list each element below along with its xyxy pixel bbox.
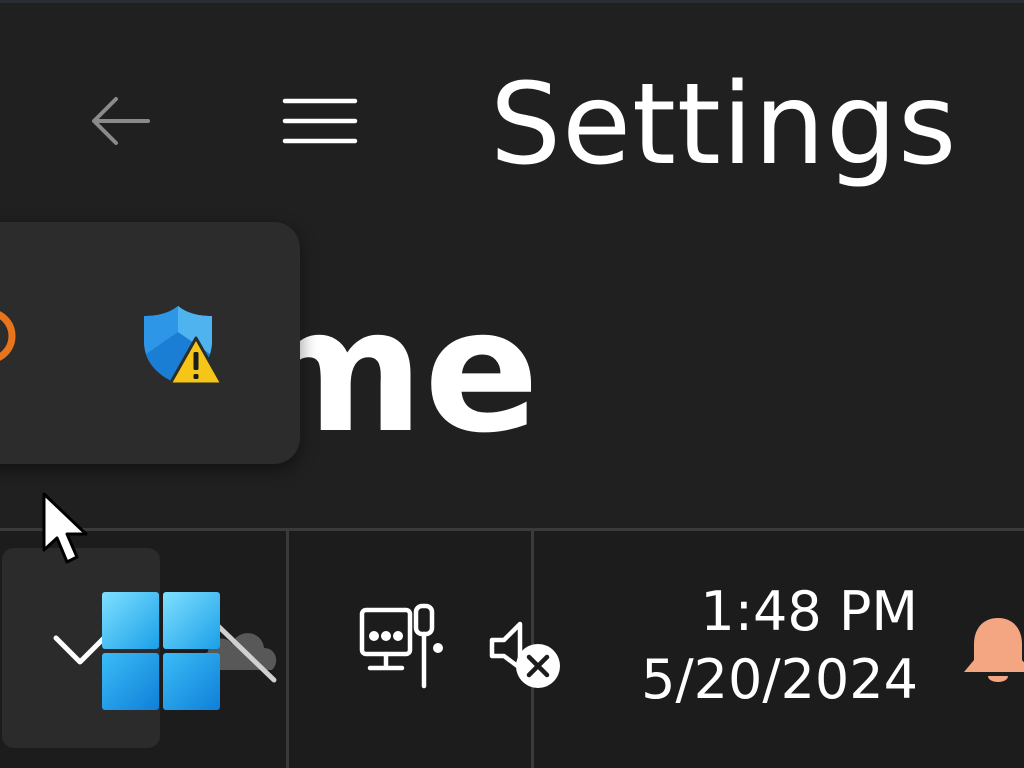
notification-bell-icon[interactable] (958, 612, 1024, 692)
navigation-menu-button[interactable] (276, 86, 364, 156)
windows-logo-icon[interactable] (102, 592, 220, 710)
clock-date: 5/20/2024 (641, 648, 918, 711)
hamburger-menu-icon (282, 98, 358, 144)
windows-security-warning-icon[interactable] (140, 302, 224, 388)
taskbar-divider (286, 531, 289, 768)
back-arrow-icon (92, 97, 150, 145)
app-title: Settings (490, 60, 958, 190)
orange-app-icon[interactable] (0, 308, 22, 364)
screen: Settings ome 1:48 PM 5/20/2024 (0, 0, 1024, 768)
window-top-edge (0, 0, 1024, 3)
taskbar-clock[interactable]: 1:48 PM 5/20/2024 (600, 578, 918, 714)
volume-muted-icon[interactable] (486, 612, 566, 692)
chevron-up-icon (50, 628, 110, 668)
network-disconnected-icon[interactable] (356, 602, 452, 692)
clock-time: 1:48 PM (700, 580, 918, 643)
back-button[interactable] (82, 86, 156, 156)
mouse-cursor-icon (40, 490, 94, 566)
